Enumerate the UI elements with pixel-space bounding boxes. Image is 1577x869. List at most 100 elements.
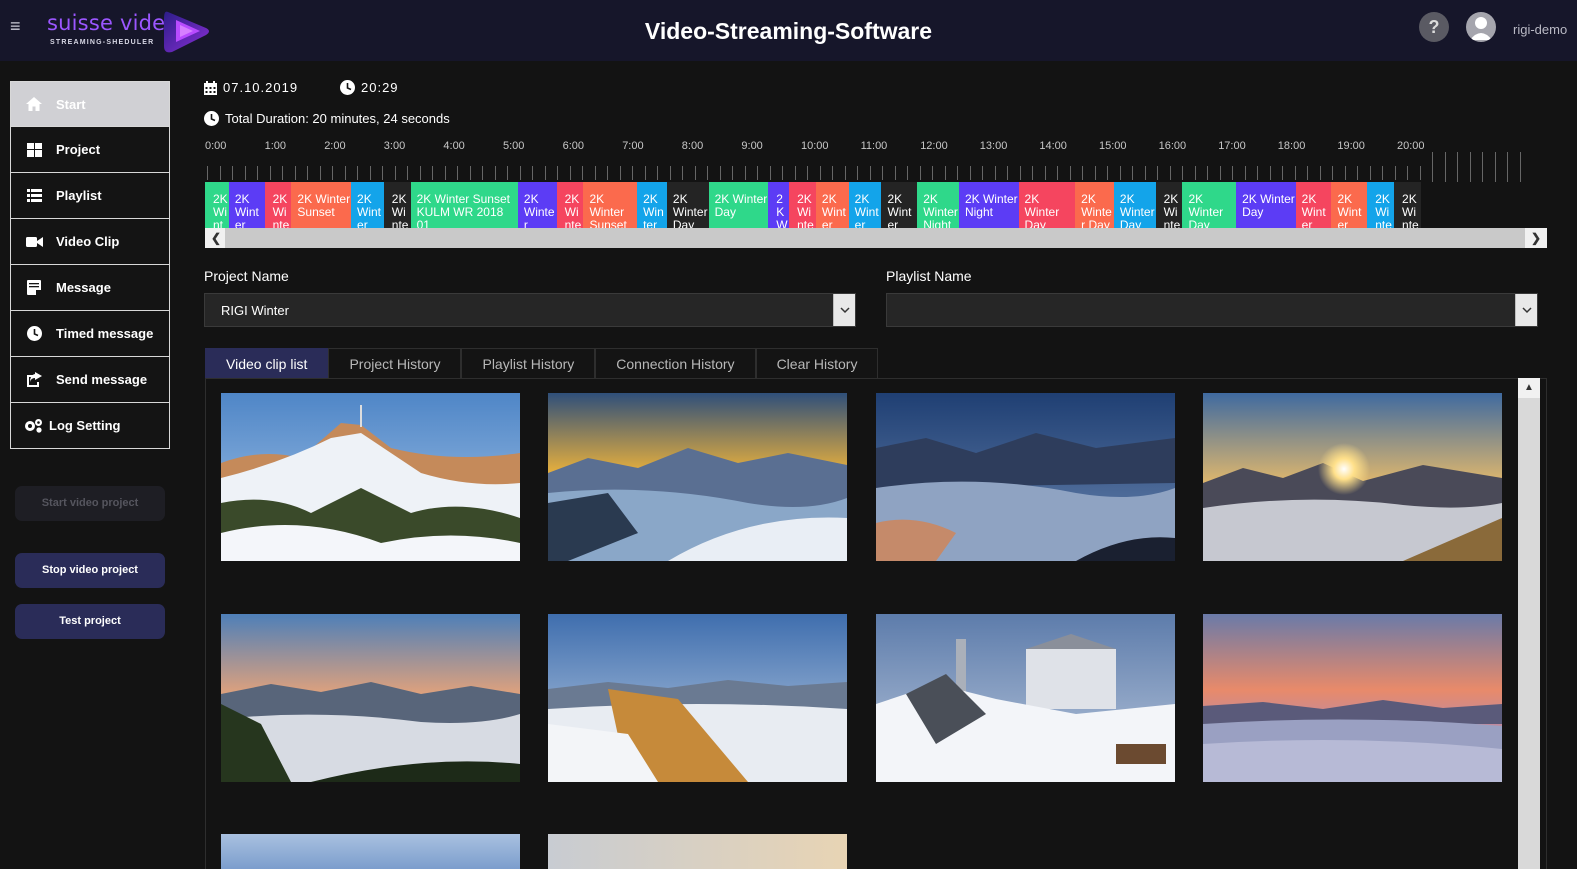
timeline-clip[interactable]: 2K Winter Day (768, 182, 790, 228)
timeline-clip[interactable]: 2K Winter Sunset (517, 182, 557, 228)
scroll-left-icon[interactable]: ❮ (211, 231, 221, 245)
timeline-clip[interactable]: 2K Winter Night (958, 182, 1019, 228)
thumbnail-image (221, 614, 520, 782)
timeline-clip[interactable]: 2K Winter Sunset (556, 182, 584, 228)
sidebar-item-video-clip[interactable]: Video Clip (10, 219, 170, 265)
timeline-clip[interactable]: 2K Winter Sunset (264, 182, 292, 228)
clock-icon (340, 80, 355, 95)
project-dropdown-button[interactable] (833, 294, 855, 326)
timeline-tick-mark (369, 166, 371, 180)
timeline-clip[interactable]: 2K Winter Night (881, 182, 918, 228)
timeline-clip[interactable]: 2K Winter Day (637, 182, 667, 228)
sidebar-item-label: Log Setting (49, 418, 121, 433)
timeline-tick-mark (1482, 152, 1483, 182)
timeline-tick-mark (419, 166, 421, 180)
sidebar-item-send-message[interactable]: Send message (10, 357, 170, 403)
timeline-tick-mark (1269, 166, 1271, 180)
timeline-scrollbar-thumb[interactable] (225, 228, 1525, 248)
video-clip-thumbnail[interactable] (548, 834, 847, 869)
timeline-clip[interactable]: 2K Winter Day (1155, 182, 1183, 228)
help-button[interactable]: ? (1419, 12, 1449, 42)
timeline-tick-mark (994, 166, 996, 180)
timeline-clip[interactable]: 2K Winter Night (848, 182, 882, 228)
timeline-tick-mark (1469, 152, 1471, 182)
timeline-clip[interactable]: 2K Winter Day (1075, 182, 1114, 228)
video-clip-thumbnail[interactable] (876, 393, 1175, 561)
user-avatar-icon[interactable] (1466, 12, 1496, 42)
app-logo[interactable]: suisse video STREAMING-SHEDULER (46, 8, 216, 54)
timeline-clip[interactable]: 2K Winter Day (1236, 182, 1296, 228)
video-clip-thumbnail[interactable] (221, 834, 520, 869)
start-video-project-button[interactable]: Start video project (15, 486, 165, 521)
timeline-tick-mark (1219, 166, 1221, 180)
sidebar-item-playlist[interactable]: Playlist (10, 173, 170, 219)
video-clip-thumbnail[interactable] (1203, 393, 1502, 561)
timeline[interactable]: 0:00 1:00 2:00 3:00 4:00 5:00 6:00 7:00 8:00 9:00… (205, 140, 1547, 248)
timeline-tick-mark (1369, 166, 1371, 180)
tab-connection-history[interactable]: Connection History (595, 348, 756, 378)
date-display: 07.10.2019 (204, 80, 298, 95)
tab-video-clip-list[interactable]: Video clip list (205, 348, 329, 378)
timeline-tick-mark (819, 166, 821, 180)
timeline-clip[interactable]: 2K Winter Sunset (351, 182, 384, 228)
timeline-clip[interactable]: 2K Winter Day (1367, 182, 1394, 228)
timeline-tick-mark (844, 166, 846, 180)
timeline-tick-mark (1157, 166, 1158, 180)
timeline-tick-mark (919, 166, 921, 180)
timeline-tick-mark (207, 166, 208, 180)
sidebar-item-start[interactable]: Start (10, 81, 170, 127)
scroll-up-icon[interactable]: ▲ (1518, 378, 1540, 398)
scroll-right-icon[interactable]: ❯ (1531, 231, 1541, 245)
timeline-clip[interactable]: 2K Winter Day (666, 182, 709, 228)
timeline-clip[interactable]: 2K Winter Sunset KULM WR 2018 01 (410, 182, 518, 228)
sidebar-item-message[interactable]: Message (10, 265, 170, 311)
project-name-select[interactable]: RIGI Winter (204, 293, 856, 327)
timeline-clip[interactable]: 2K Winter Day (1331, 182, 1368, 228)
timeline-tick-mark (1194, 166, 1196, 180)
timeline-clip[interactable]: 2K Winter Day (1394, 182, 1421, 228)
video-clip-thumbnail[interactable] (1203, 614, 1502, 782)
sidebar-item-timed-message[interactable]: Timed message (10, 311, 170, 357)
project-name-label: Project Name (204, 268, 289, 284)
stop-video-project-button[interactable]: Stop video project (15, 553, 165, 588)
tab-playlist-history[interactable]: Playlist History (461, 348, 596, 378)
timeline-clip[interactable]: 2K Winter Day (1113, 182, 1156, 228)
tab-project-history[interactable]: Project History (328, 348, 462, 378)
timeline-clip[interactable]: 2K Winter Sunset (291, 182, 351, 228)
video-clip-thumbnail[interactable] (548, 614, 847, 782)
timeline-tick-mark (1444, 152, 1446, 182)
timeline-tick-mark (432, 166, 433, 180)
playlist-name-select[interactable] (886, 293, 1538, 327)
timeline-clip[interactable]: 2K Winter Day (708, 182, 769, 228)
timeline-clip[interactable]: 2K Winter Day (1295, 182, 1332, 228)
user-name[interactable]: rigi-demo (1513, 22, 1567, 37)
playlist-dropdown-button[interactable] (1515, 294, 1537, 326)
timeline-tick-mark (544, 166, 546, 180)
timeline-tick-mark (519, 166, 521, 180)
timeline-tick-mark (794, 166, 796, 180)
timeline-clip[interactable]: 2K Winter Sunset (583, 182, 638, 228)
timeline-clip[interactable]: 2K Winter Night (917, 182, 959, 228)
timeline-tick-mark (857, 166, 858, 180)
video-clip-thumbnail[interactable] (876, 614, 1175, 782)
video-clip-thumbnail[interactable] (548, 393, 847, 561)
tab-clear-history[interactable]: Clear History (755, 348, 879, 378)
video-clip-thumbnail[interactable] (221, 614, 520, 782)
timeline-scrollbar[interactable]: ❮ ❯ (205, 228, 1547, 248)
timeline-clip[interactable]: 2K Winter Sunset (228, 182, 265, 228)
timeline-tick-mark (769, 166, 771, 180)
clip-list-scrollbar[interactable]: ▲ (1518, 378, 1540, 869)
timeline-clip[interactable]: 2K Winter Sunset (383, 182, 411, 228)
video-clip-thumbnail[interactable] (221, 393, 520, 561)
timeline-clip[interactable]: 2K Winter Day (815, 182, 849, 228)
test-project-button[interactable]: Test project (15, 604, 165, 639)
sidebar-item-project[interactable]: Project (10, 127, 170, 173)
timeline-tick-mark (807, 166, 808, 180)
timeline-clip[interactable]: 2K Winter Day (1182, 182, 1237, 228)
timeline-clip[interactable]: 2K Winter Day (1018, 182, 1076, 228)
timeline-tick-label: 8:00 (681, 140, 704, 152)
hamburger-menu-icon[interactable]: ≡ (10, 16, 21, 37)
timeline-clip[interactable]: 2K Winter Day (789, 182, 816, 228)
timeline-clip[interactable]: 2K Winter Sunset (205, 182, 229, 228)
sidebar-item-log-setting[interactable]: Log Setting (10, 403, 170, 449)
